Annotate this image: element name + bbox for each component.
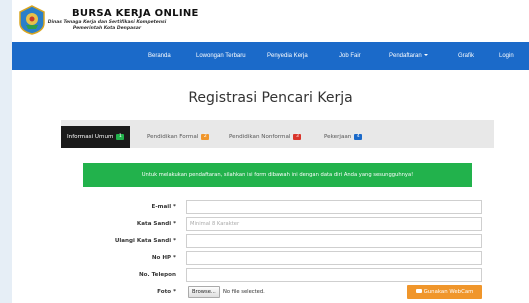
tab-pekerjaan[interactable]: Pekerjaan 4 (318, 126, 368, 148)
form-body: Untuk melakukan pendaftaran, silahkan is… (61, 148, 494, 303)
page-title: Registrasi Pencari Kerja (188, 90, 353, 106)
tab-badge: 1 (116, 133, 125, 140)
phone-label: No HP * (151, 255, 176, 261)
tab-label: Pekerjaan (324, 134, 352, 140)
phone-field[interactable] (186, 251, 482, 265)
telephone-row: No. Telepon (61, 268, 494, 282)
email-label: E-mail * (151, 204, 176, 210)
tab-label: Pendidikan Nonformal (229, 134, 291, 140)
password-row: Kata Sandi * (61, 217, 494, 231)
tab-label: Pendidikan Formal (147, 134, 199, 140)
nav-beranda[interactable]: Beranda (148, 42, 171, 70)
tab-pendidikan-nonformal[interactable]: Pendidikan Nonformal 3 (223, 126, 307, 148)
nav-lowongan-terbaru[interactable]: Lowongan Terbaru (196, 42, 246, 70)
phone-row: No HP * (61, 251, 494, 265)
site-subtitle-line-2: Pemerintah Kota Denpasar (72, 26, 142, 31)
nav-login[interactable]: Login (499, 42, 514, 70)
site-subtitle: Dinas Tenaga Kerja dan Sertifikasi Kompe… (32, 20, 182, 32)
photo-label: Foto * (157, 289, 176, 295)
main-navbar: Beranda Lowongan Terbaru Penyedia Kerja … (12, 42, 529, 70)
nav-grafik[interactable]: Grafik (458, 42, 474, 70)
repeat-password-row: Ulangi Kata Sandi * (61, 234, 494, 248)
camera-icon (415, 288, 422, 293)
tab-badge: 2 (201, 133, 210, 140)
tab-informasi-umum[interactable]: Informasi Umum 1 (61, 126, 131, 148)
email-field[interactable] (186, 200, 482, 214)
tab-badge: 4 (354, 133, 363, 140)
nav-pendaftaran-label: Pendaftaran (389, 53, 422, 59)
registration-tabs: Informasi Umum 1 Pendidikan Formal 2 Pendi… (61, 120, 494, 150)
file-status: No file selected. (223, 289, 265, 295)
webcam-label: Gunakan WebCam (423, 289, 474, 295)
tab-pendidikan-formal[interactable]: Pendidikan Formal 2 (141, 126, 215, 148)
webcam-button[interactable]: Gunakan WebCam (407, 285, 482, 299)
chevron-down-icon (423, 54, 428, 57)
password-field[interactable] (186, 217, 482, 231)
site-title: BURSA KERJA ONLINE (72, 8, 199, 19)
telephone-field[interactable] (186, 268, 482, 282)
info-alert: Untuk melakukan pendaftaran, silahkan is… (83, 163, 472, 187)
site-header: BURSA KERJA ONLINE Dinas Tenaga Kerja da… (12, 0, 529, 42)
email-row: E-mail * (61, 200, 494, 214)
tab-label: Informasi Umum (67, 134, 114, 140)
nav-job-fair[interactable]: Job Fair (339, 42, 361, 70)
telephone-label: No. Telepon (138, 272, 176, 278)
nav-pendaftaran[interactable]: Pendaftaran (389, 42, 428, 70)
password-label: Kata Sandi * (136, 221, 176, 227)
registration-panel: Informasi Umum 1 Pendidikan Formal 2 Pendi… (61, 120, 494, 303)
repeat-password-field[interactable] (186, 234, 482, 248)
page: BURSA KERJA ONLINE Dinas Tenaga Kerja da… (12, 0, 529, 303)
nav-penyedia-kerja[interactable]: Penyedia Kerja (267, 42, 308, 70)
tab-badge: 3 (293, 133, 302, 140)
repeat-password-label: Ulangi Kata Sandi * (114, 238, 176, 244)
photo-row: Foto * Browse... No file selected. Gunak… (61, 285, 494, 299)
browse-button[interactable]: Browse... (188, 286, 220, 298)
